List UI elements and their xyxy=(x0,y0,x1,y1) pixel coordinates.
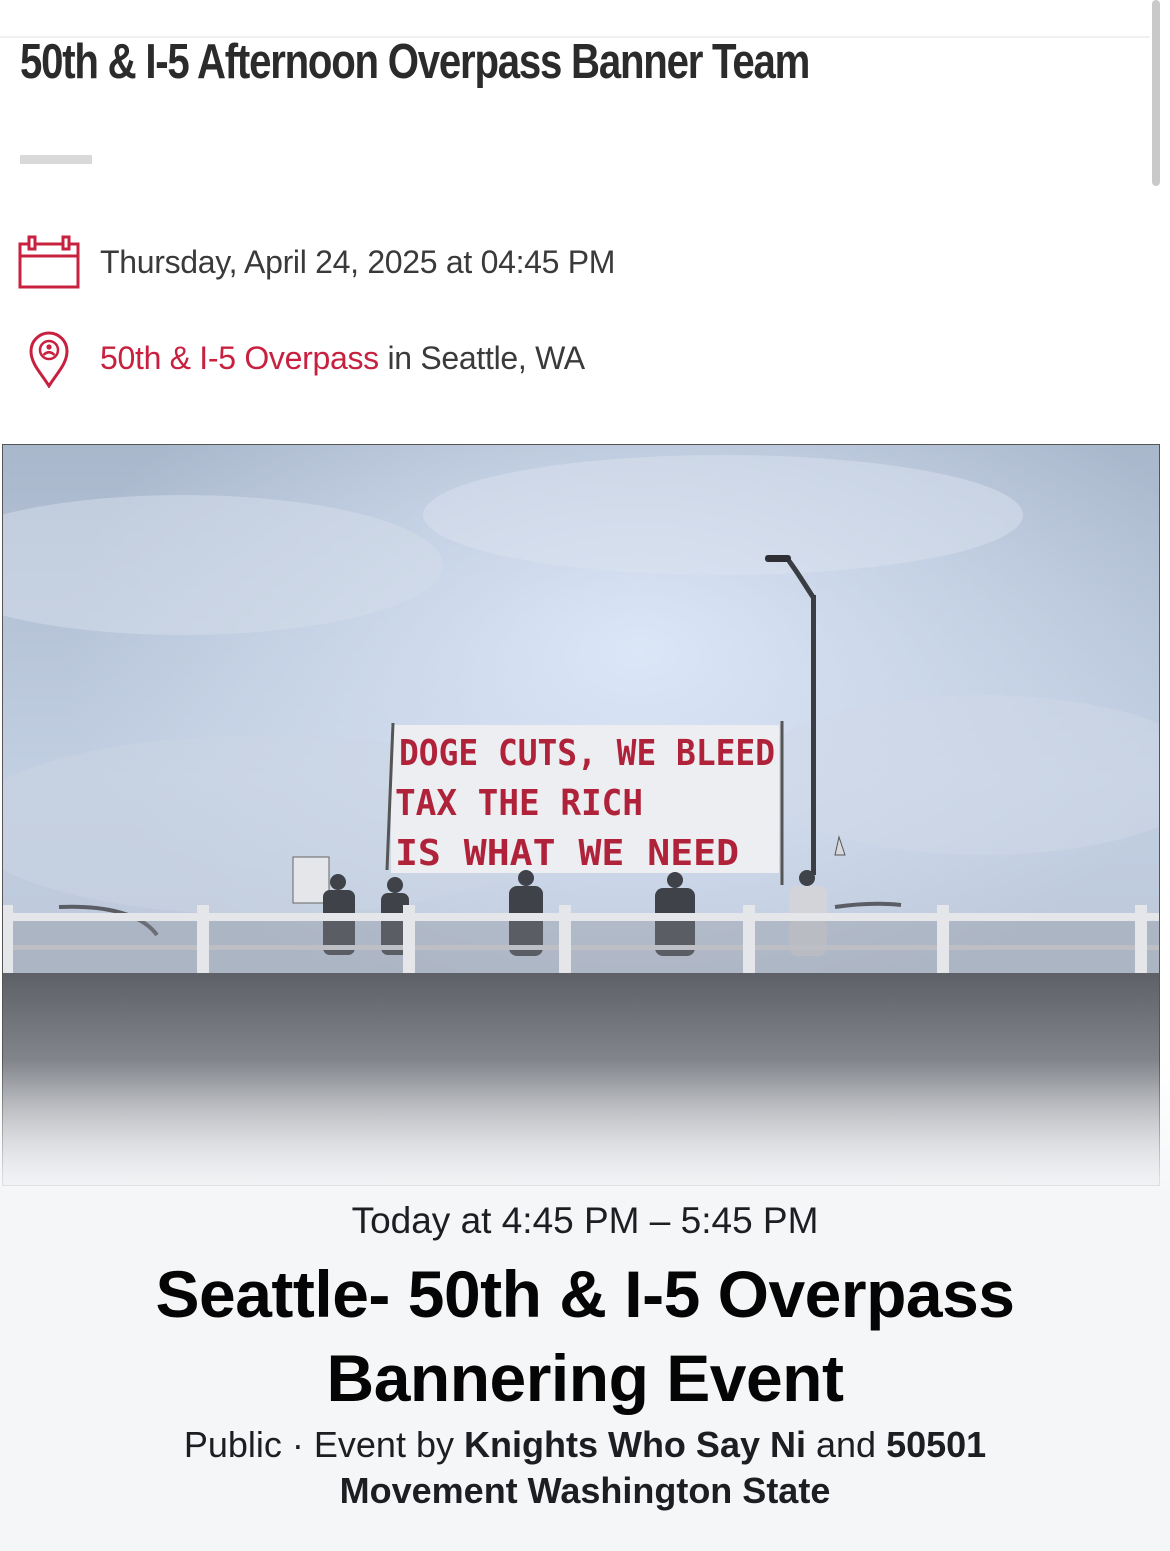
event-header-title: 50th & I-5 Afternoon Overpass Banner Tea… xyxy=(20,35,810,89)
banner-line-1: DOGE CUTS, WE BLEED xyxy=(399,733,775,774)
scrollbar[interactable] xyxy=(1152,0,1160,186)
calendar-icon xyxy=(18,235,80,289)
location-text: 50th & I-5 Overpass in Seattle, WA xyxy=(100,340,585,377)
event-date-time: Thursday, April 24, 2025 at 04:45 PM xyxy=(100,243,616,280)
event-location-row: 50th & I-5 Overpass in Seattle, WA xyxy=(18,328,585,388)
fb-event-time: Today at 4:45 PM – 5:45 PM xyxy=(351,1200,819,1241)
fb-event-title: Seattle- 50th & I-5 Overpass Bannering E… xyxy=(155,1257,1015,1415)
location-city: in Seattle, WA xyxy=(378,339,585,376)
location-link[interactable]: 50th & I-5 Overpass xyxy=(100,340,379,376)
host-conjunction: and xyxy=(805,1424,887,1465)
fb-event-visibility: Public xyxy=(183,1424,282,1465)
location-pin-icon xyxy=(29,331,69,388)
event-page: 50th & I-5 Afternoon Overpass Banner Tea… xyxy=(0,0,1170,1551)
host-link-1[interactable]: Knights Who Say Ni xyxy=(464,1424,806,1465)
railing-top xyxy=(3,913,1159,921)
fb-event-meta: Public · Event by Knights Who Say Ni and… xyxy=(100,1422,1070,1514)
street-lamp-head xyxy=(765,555,791,562)
meta-separator: · xyxy=(281,1424,314,1465)
cloud xyxy=(423,455,1023,575)
banner-line-2: TAX THE RICH xyxy=(395,783,643,824)
event-by-label: Event by xyxy=(313,1424,464,1465)
title-divider xyxy=(20,155,92,164)
event-date-row: Thursday, April 24, 2025 at 04:45 PM xyxy=(18,232,615,292)
railing-panel xyxy=(3,921,1159,973)
street-lamp-pole xyxy=(811,595,816,875)
banner-line-3: IS WHAT WE NEED xyxy=(395,833,739,874)
